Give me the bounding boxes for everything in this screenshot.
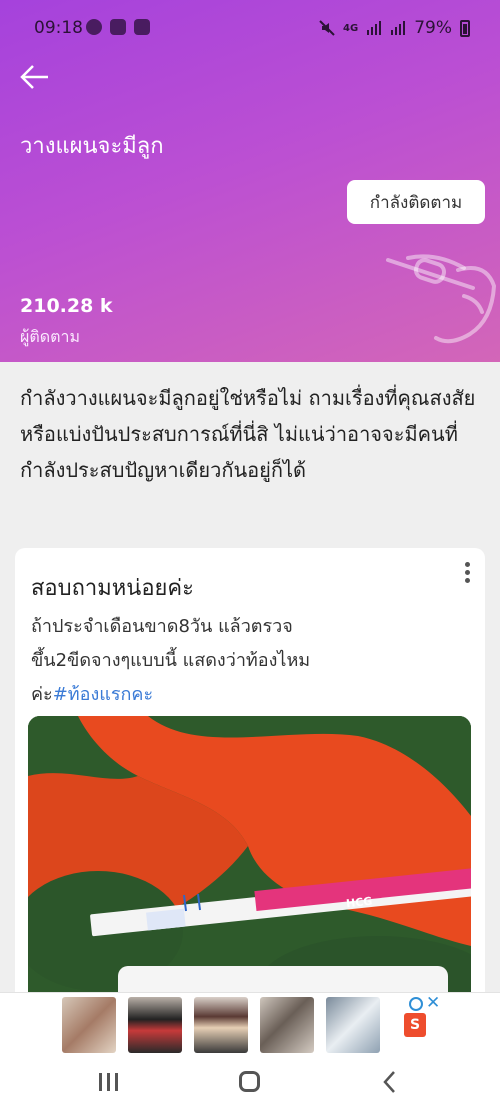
- post-card[interactable]: สอบถามหน่อยค่ะ ถ้าประจำเดือนขาด8วัน แล้ว…: [15, 548, 485, 1008]
- ad-banner[interactable]: ✕ S: [0, 992, 500, 1060]
- home-icon[interactable]: [239, 1071, 260, 1092]
- following-button[interactable]: กำลังติดตาม: [347, 180, 485, 224]
- followers-label: ผู้ติดตาม: [20, 327, 81, 346]
- topic-description-section: กำลังวางแผนจะมีลูกอยู่ใช่หรือไม่ ถามเรื่…: [0, 362, 500, 532]
- followers-count: 210.28 k: [20, 295, 113, 317]
- signal-icon: [367, 21, 382, 35]
- more-options-icon[interactable]: [461, 562, 473, 586]
- status-bar: 09:18 4G 79%: [0, 0, 500, 58]
- ad-product-image[interactable]: [194, 997, 248, 1053]
- pregnancy-test-illustration: [386, 254, 497, 344]
- ad-close-icon[interactable]: ✕: [426, 993, 440, 1013]
- topic-description: กำลังวางแผนจะมีลูกอยู่ใช่หรือไม่ ถามเรื่…: [20, 386, 476, 482]
- page-title: วางแผนจะมีลูก: [20, 134, 164, 159]
- post-body: ถ้าประจำเดือนขาด8วัน แล้วตรวจ ขึ้น2ขีดจา…: [31, 610, 471, 712]
- recent-apps-icon[interactable]: [99, 1073, 121, 1091]
- status-time: 09:18: [34, 18, 83, 38]
- ad-product-image[interactable]: [260, 997, 314, 1053]
- post-body-line: ขึ้น2ขีดจางๆแบบนี้ แสดงว่าท้องไหม: [31, 650, 311, 671]
- battery-icon: [460, 19, 470, 37]
- post-title: สอบถามหน่อยค่ะ: [31, 576, 194, 601]
- system-icons: 4G 79%: [319, 18, 470, 38]
- ad-product-image[interactable]: [326, 997, 380, 1053]
- signal-icon-2: [391, 21, 406, 35]
- system-navigation-bar: [0, 1060, 500, 1111]
- back-arrow-icon[interactable]: [18, 62, 52, 92]
- app-notification-icon: [110, 19, 126, 35]
- test-strip-label: HCG: [345, 894, 373, 911]
- post-body-prefix: ค่ะ: [31, 684, 53, 705]
- ad-product-image[interactable]: [128, 997, 182, 1053]
- topic-header: 09:18 4G 79% วางแผนจะมีลูก กำลังติดตาม 2…: [0, 0, 500, 362]
- shopee-logo-icon[interactable]: S: [404, 1013, 426, 1037]
- network-type: 4G: [343, 22, 359, 34]
- messenger-icon: [86, 19, 102, 35]
- post-body-line: ค่ะ#ท้องแรกคะ: [31, 678, 471, 712]
- mute-icon: [319, 20, 335, 36]
- ad-product-image[interactable]: [62, 997, 116, 1053]
- gallery-icon: [134, 19, 150, 35]
- hashtag-link[interactable]: #ท้องแรกคะ: [53, 684, 153, 705]
- post-photo[interactable]: HCG: [28, 716, 471, 1008]
- pregnancy-test-photo: [28, 716, 471, 1008]
- battery-percent: 79%: [414, 18, 452, 38]
- ad-info-icon[interactable]: [409, 997, 423, 1011]
- post-body-line: ถ้าประจำเดือนขาด8วัน แล้วตรวจ: [31, 616, 293, 637]
- nav-back-icon[interactable]: [382, 1070, 396, 1094]
- notification-icons: [86, 19, 150, 35]
